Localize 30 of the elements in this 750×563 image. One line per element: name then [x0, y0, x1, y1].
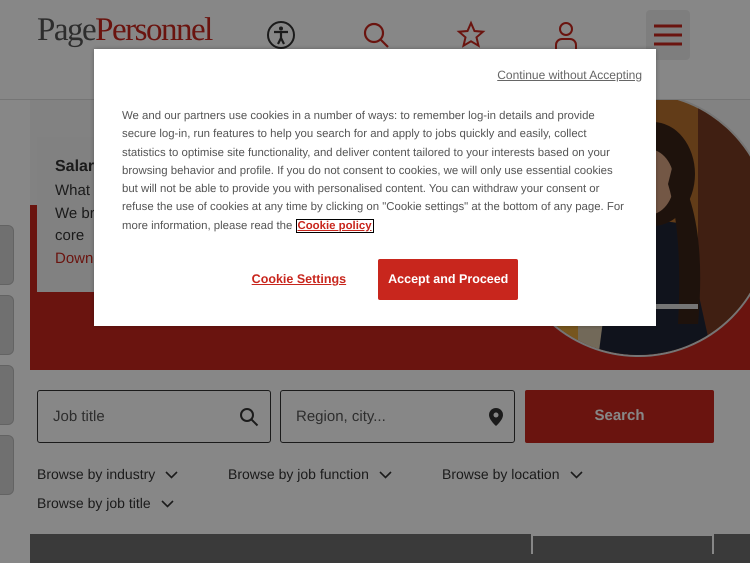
location-field[interactable]: Region, city...	[280, 390, 515, 443]
card-text: We br	[55, 204, 95, 224]
cookie-settings-button[interactable]: Cookie Settings	[246, 269, 352, 290]
continue-without-accepting-link[interactable]: Continue without Accepting	[497, 66, 642, 84]
accept-button[interactable]: Accept and Proceed	[378, 259, 518, 300]
search-icon	[239, 406, 259, 426]
browse-dropdown[interactable]: Browse by job function	[228, 464, 392, 485]
menu-button[interactable]	[646, 10, 690, 60]
logo-text[interactable]: Page	[37, 12, 96, 48]
logo-text[interactable]: Personnel	[95, 12, 212, 48]
menu-icon	[654, 22, 682, 46]
star-icon[interactable]	[456, 20, 486, 50]
card-title: Salar	[55, 157, 94, 176]
search-button[interactable]: Search	[525, 390, 714, 443]
cookie-notice-text: We and our partners use cookies in a number of ways: to remember log-in details and provide secure log-in, run features to help you search for and apply to jobs quickly and easily, collect statistics to optimise site functionality, and deliver content tailored to your interests based on your browsing behavior and profile. If you do not consent to cookies, we will only use essential cookies but will not be able to provide you with personalised content. You can withdraw your consent or refuse the use of cookies at any time by clicking on "Cookie settings" at the bottom of any page. For more information, please read the Cookie policy	[122, 109, 625, 235]
download-link[interactable]: Down	[55, 250, 94, 267]
chevron-down-icon	[570, 470, 583, 478]
browse-dropdown[interactable]: Browse by location	[442, 464, 583, 485]
outline-button[interactable]	[531, 534, 714, 554]
location-pin-icon	[489, 408, 503, 426]
chevron-down-icon	[378, 470, 392, 478]
job-title-field[interactable]: Job title	[37, 390, 271, 443]
browse-dropdown[interactable]: Browse by industry	[37, 464, 178, 485]
card-text: What	[55, 181, 90, 202]
cookie-policy-link[interactable]: Cookie policy	[296, 218, 374, 233]
chevron-down-icon	[160, 500, 174, 508]
accessibility-icon[interactable]	[266, 20, 296, 50]
chevron-down-icon	[165, 470, 178, 478]
browse-dropdown[interactable]: Browse by job title	[37, 493, 174, 514]
card-text: core	[55, 226, 84, 246]
